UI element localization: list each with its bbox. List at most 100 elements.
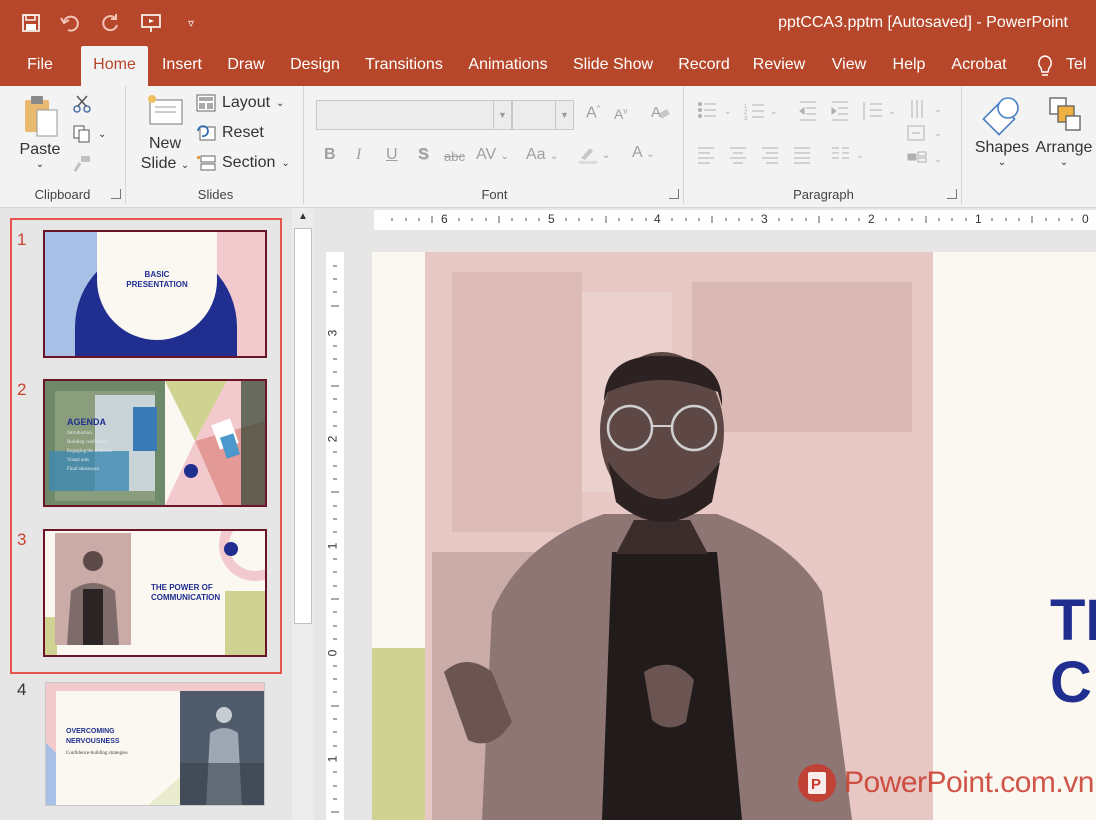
dialog-launcher-icon[interactable]: [947, 189, 957, 199]
layout-button[interactable]: Layout ⌄: [196, 94, 284, 112]
tab-animations[interactable]: Animations: [462, 46, 554, 86]
align-text-icon[interactable]: [907, 125, 925, 141]
font-group: ▼ ▼ A^ Av A B I U S abc AV ⌄ Aa ⌄ ⌄ A ⌄ …: [306, 86, 684, 204]
sage-accent-shape: [372, 648, 426, 820]
slide-3-title: THE POWER OF COMMUNICATION: [151, 583, 221, 602]
ruler-label: 1: [975, 212, 982, 226]
smartart-icon[interactable]: [907, 151, 927, 163]
font-name-combo[interactable]: ▼: [316, 100, 512, 130]
paste-label: Paste: [19, 141, 61, 158]
clipboard-label: Clipboard: [34, 187, 91, 202]
undo-icon[interactable]: [58, 10, 84, 36]
bold-button[interactable]: B: [324, 146, 336, 164]
tab-draw[interactable]: Draw: [220, 46, 272, 86]
tab-insert[interactable]: Insert: [154, 46, 210, 86]
scissors-icon: [73, 95, 91, 113]
tab-record[interactable]: Record: [672, 46, 736, 86]
bullets-icon[interactable]: [698, 102, 717, 118]
reset-label: Reset: [222, 124, 264, 141]
slide-thumbnail-3[interactable]: THE POWER OF COMMUNICATION: [43, 529, 267, 657]
character-spacing-button[interactable]: AV ⌄: [476, 146, 509, 164]
font-color-button[interactable]: A ⌄: [632, 144, 655, 162]
new-slide-button[interactable]: New Slide ⌄: [138, 94, 192, 176]
slide-number: 3: [17, 530, 27, 549]
slide-thumbnail-2[interactable]: AGENDA Introduction Building confidence …: [43, 379, 267, 507]
chevron-down-icon[interactable]: ▼: [555, 101, 573, 129]
align-left-icon[interactable]: [698, 147, 714, 164]
align-center-icon[interactable]: [730, 147, 746, 164]
svg-text:A: A: [651, 104, 661, 121]
slide-4-title: OVERCOMING NERVOUSNESS: [66, 728, 120, 745]
justify-icon[interactable]: [794, 147, 810, 164]
tab-help[interactable]: Help: [884, 46, 934, 86]
new-slide-label-1: New: [148, 135, 181, 152]
chevron-down-icon: ⌄: [1059, 157, 1069, 168]
tab-design[interactable]: Design: [283, 46, 347, 86]
thumbnail-scrollbar[interactable]: ▲: [292, 208, 314, 820]
slide-1-title: BASIC PRESENTATION: [126, 270, 188, 289]
chevron-down-icon: ⌄: [281, 157, 290, 169]
text-shadow-button[interactable]: S: [418, 146, 429, 164]
arrange-button[interactable]: Arrange ⌄: [1032, 94, 1096, 168]
horizontal-ruler[interactable]: 6 5 4 3 2 1 0: [374, 210, 1096, 230]
ribbon: Paste ⌄ ⌄ Clipboard New Slide ⌄ Layout ⌄: [0, 86, 1096, 208]
scroll-up-arrow-icon[interactable]: ▲: [292, 208, 314, 226]
align-right-icon[interactable]: [762, 147, 778, 164]
copy-button[interactable]: ⌄: [72, 124, 106, 144]
title-bar: ▿ pptCCA3.pptm [Autosaved] - PowerPoint: [0, 0, 1096, 46]
tab-review[interactable]: Review: [748, 46, 810, 86]
chevron-down-icon[interactable]: ▼: [493, 101, 511, 129]
slide-thumbnail-1[interactable]: BASIC PRESENTATION: [43, 230, 267, 358]
new-slide-label-2: Slide ⌄: [140, 155, 190, 172]
svg-text:⌄: ⌄: [934, 128, 942, 138]
ruler-label: 2: [868, 212, 875, 226]
tab-acrobat[interactable]: Acrobat: [946, 46, 1012, 86]
shapes-button[interactable]: Shapes ⌄: [972, 94, 1032, 168]
reset-button[interactable]: Reset: [196, 124, 264, 142]
tab-slide-show[interactable]: Slide Show: [568, 46, 658, 86]
highlight-icon[interactable]: ⌄: [578, 144, 612, 171]
dialog-launcher-icon[interactable]: [669, 189, 679, 199]
strikethrough-button[interactable]: abc: [444, 149, 465, 164]
cut-button[interactable]: [72, 94, 92, 114]
underline-button[interactable]: U: [386, 146, 398, 164]
increase-indent-icon[interactable]: [831, 101, 848, 121]
shrink-font-button[interactable]: Av: [614, 106, 627, 122]
tab-file[interactable]: File: [18, 46, 62, 86]
change-case-button[interactable]: Aa ⌄: [526, 146, 558, 164]
present-icon[interactable]: [138, 10, 164, 36]
vertical-ruler[interactable]: 3 2 1 0 1: [325, 252, 344, 820]
format-painter-button[interactable]: [72, 154, 92, 174]
tab-transitions[interactable]: Transitions: [359, 46, 449, 86]
slide-canvas[interactable]: TI C P PowerPoint.com.vn: [372, 252, 1096, 820]
dialog-launcher-icon[interactable]: [111, 189, 121, 199]
line-spacing-icon[interactable]: [863, 102, 882, 120]
columns-icon[interactable]: [832, 147, 849, 159]
numbering-icon[interactable]: 123: [744, 104, 764, 122]
chevron-down-icon: ⌄: [180, 160, 190, 171]
lightbulb-icon[interactable]: [1030, 46, 1060, 86]
ruler-label: 3: [761, 212, 768, 226]
paragraph-controls: ⌄ 123 ⌄ ⌄ ⌄ ⌄ ⌄ ⌄: [698, 100, 942, 164]
redo-icon[interactable]: [98, 10, 124, 36]
decrease-indent-icon[interactable]: [799, 101, 816, 121]
arrange-label: Arrange: [1035, 139, 1093, 156]
text-direction-icon[interactable]: [911, 100, 923, 118]
tab-tell-me[interactable]: Tel: [1066, 46, 1096, 86]
section-button[interactable]: Section ⌄: [196, 154, 290, 172]
paragraph-label: Paragraph: [793, 187, 854, 202]
paste-button[interactable]: Paste ⌄: [14, 94, 66, 170]
customize-icon[interactable]: ▿: [178, 10, 204, 36]
italic-button[interactable]: I: [356, 146, 361, 164]
slide-thumbnail-4[interactable]: OVERCOMING NERVOUSNESS Confidence-buildi…: [45, 682, 265, 806]
tab-home[interactable]: Home: [81, 46, 148, 86]
grow-font-button[interactable]: A^: [586, 104, 600, 122]
scroll-thumb[interactable]: [294, 228, 312, 624]
tab-view[interactable]: View: [824, 46, 874, 86]
save-icon[interactable]: [18, 10, 44, 36]
paragraph-group: ⌄ 123 ⌄ ⌄ ⌄ ⌄ ⌄ ⌄ Paragraph: [686, 86, 962, 204]
font-size-combo[interactable]: ▼: [512, 100, 574, 130]
clear-formatting-icon[interactable]: A: [650, 102, 670, 127]
watermark: P PowerPoint.com.vn: [796, 762, 1094, 804]
svg-text:P: P: [811, 776, 821, 793]
